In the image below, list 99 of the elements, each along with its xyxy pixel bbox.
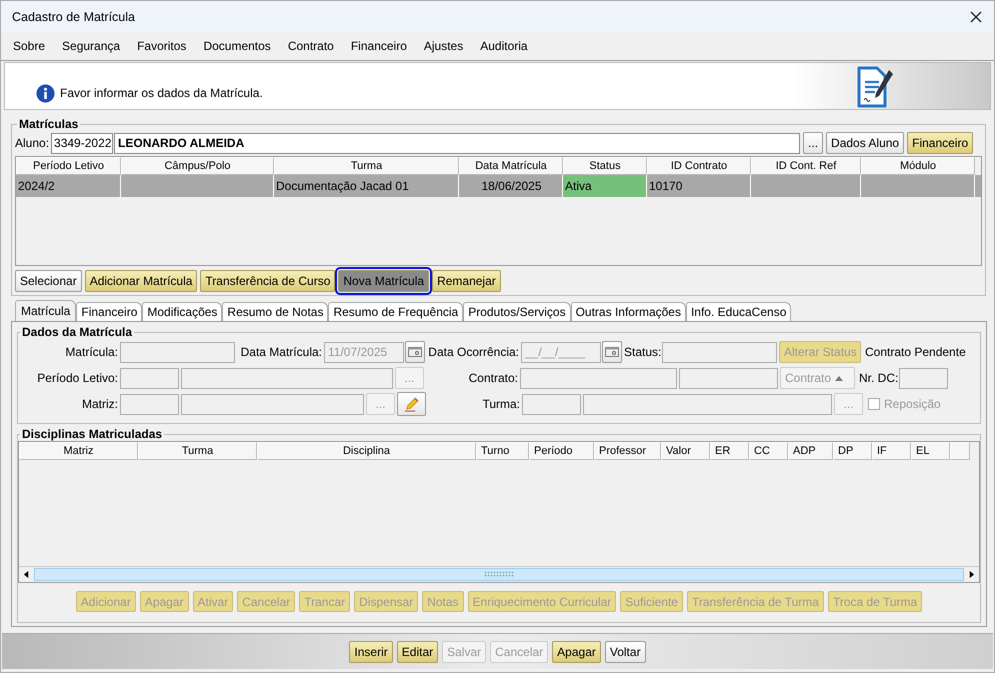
calendar-button[interactable] — [602, 341, 622, 363]
table-row[interactable]: 2024/2 Documentação Jacad 01 18/06/2025 Ativa 10170 — [16, 175, 981, 197]
scroll-thumb[interactable] — [34, 568, 964, 581]
menu-item[interactable]: Financeiro — [350, 39, 407, 53]
contract-field[interactable] — [679, 368, 778, 388]
period-name-field[interactable] — [181, 368, 393, 388]
window-title: Cadastro de Matrícula — [12, 10, 136, 24]
menu-item[interactable]: Favoritos — [137, 39, 186, 53]
aluno-name-field[interactable]: LEONARDO ALMEIDA — [114, 132, 800, 154]
tab[interactable]: Produtos/Serviços — [463, 302, 571, 321]
action-button[interactable]: Remanejar — [432, 270, 501, 292]
status-field[interactable] — [662, 342, 777, 362]
column-header[interactable]: EL — [911, 442, 950, 460]
table-cell: Documentação Jacad 01 — [274, 175, 459, 197]
info-icon — [36, 84, 55, 102]
column-header[interactable]: ID Cont. Ref — [751, 157, 861, 175]
aluno-code-field[interactable]: 3349-2022 — [51, 132, 114, 154]
tab[interactable]: Outras Informações — [570, 302, 686, 321]
tab[interactable]: Modificações — [142, 302, 222, 321]
calendar-button[interactable] — [405, 341, 425, 363]
field-label: Matrícula: — [64, 345, 118, 359]
checkbox-label: Reposição — [884, 397, 941, 411]
menu-item[interactable]: Sobre — [13, 39, 46, 53]
field-label: Data Ocorrência: — [427, 345, 519, 359]
field-label: Matriz: — [81, 397, 118, 411]
field-label: Turma: — [481, 397, 520, 411]
command-button[interactable]: Voltar — [604, 640, 646, 662]
group-title: Matrículas — [18, 117, 80, 131]
calendar-icon — [408, 347, 422, 357]
calendar-icon — [605, 347, 619, 357]
aluno-button[interactable]: Dados Aluno — [826, 132, 904, 154]
date-field[interactable]: __/__/____ — [521, 342, 601, 362]
column-header[interactable]: Turma — [274, 157, 459, 175]
column-header[interactable]: ER — [710, 442, 749, 460]
matrix-name-field[interactable] — [181, 394, 364, 414]
command-button[interactable]: Inserir — [349, 640, 393, 662]
contract-field[interactable] — [520, 368, 677, 388]
column-header[interactable]: Matriz — [19, 442, 138, 460]
column-header[interactable]: Valor — [661, 442, 710, 460]
table-cell: 2024/2 — [16, 175, 121, 197]
command-button[interactable]: Apagar — [552, 640, 601, 662]
horizontal-scrollbar[interactable] — [19, 566, 979, 582]
menu-item[interactable]: Ajustes — [424, 39, 464, 53]
info-message: Favor informar os dados da Matrícula. — [60, 86, 263, 100]
field-label: Contrato: — [468, 371, 518, 385]
column-header[interactable]: DP — [833, 442, 872, 460]
tab[interactable]: Resumo de Frequência — [328, 302, 464, 321]
column-header[interactable]: Turno — [476, 442, 529, 460]
action-button[interactable]: Transferência de Curso — [200, 270, 336, 292]
field-label: Período Letivo: — [36, 371, 118, 385]
command-button[interactable]: Editar — [396, 640, 438, 662]
caret-icon — [835, 376, 844, 380]
tab[interactable]: Info. EducaCenso — [686, 302, 792, 321]
close-icon[interactable] — [970, 10, 982, 22]
column-header[interactable]: CC — [749, 442, 788, 460]
field-label: Status: — [624, 345, 660, 359]
column-header[interactable]: Turma — [138, 442, 257, 460]
aluno-button[interactable]: Financeiro — [907, 132, 974, 154]
class-name-field[interactable] — [583, 394, 832, 414]
column-header[interactable]: Disciplina — [257, 442, 476, 460]
group-title: Dados da Matrícula — [21, 325, 134, 339]
action-button[interactable]: Adicionar Matrícula — [84, 270, 198, 292]
action-button[interactable]: Nova Matrícula — [338, 270, 430, 292]
column-header[interactable]: IF — [872, 442, 911, 460]
column-header[interactable]: ADP — [788, 442, 833, 460]
contract-pending-text: Contrato Pendente — [865, 345, 966, 359]
column-header[interactable]: Câmpus/Polo — [121, 157, 274, 175]
document-pen-icon — [855, 66, 895, 108]
field-label: Data Matrícula: — [240, 345, 322, 359]
aluno-button[interactable]: ... — [803, 132, 824, 154]
pencil-icon — [404, 396, 419, 412]
column-header[interactable]: Módulo — [861, 157, 975, 175]
column-header[interactable]: Status — [563, 157, 647, 175]
menu-item[interactable]: Contrato — [288, 39, 334, 53]
column-header[interactable]: ID Contrato — [647, 157, 751, 175]
tab[interactable]: Matrícula — [15, 300, 76, 321]
class-code-field[interactable] — [522, 394, 581, 414]
menu-item[interactable]: Auditoria — [480, 39, 528, 53]
edit-button[interactable] — [397, 392, 426, 416]
matrix-code-field[interactable] — [120, 394, 179, 414]
action-button[interactable]: Selecionar — [15, 270, 82, 292]
right-arrow-icon[interactable] — [968, 571, 975, 578]
column-header[interactable]: Período — [529, 442, 594, 460]
status-cell: Ativa — [563, 175, 647, 197]
tab[interactable]: Financeiro — [76, 302, 142, 321]
column-header[interactable]: Professor — [594, 442, 661, 460]
matricula-field[interactable] — [120, 342, 235, 362]
nr-dc-field[interactable] — [899, 368, 948, 388]
tab[interactable]: Resumo de Notas — [222, 302, 328, 321]
column-header[interactable]: Período Letivo — [16, 157, 121, 175]
menu-item[interactable]: Documentos — [203, 39, 271, 53]
left-arrow-icon[interactable] — [23, 571, 30, 578]
period-code-field[interactable] — [120, 368, 179, 388]
field-label: Nr. DC: — [859, 371, 897, 385]
menu-item[interactable]: Segurança — [62, 39, 120, 53]
group-title: Disciplinas Matriculadas — [21, 427, 164, 441]
column-header[interactable]: Data Matrícula — [459, 157, 563, 175]
aluno-label: Aluno: — [15, 136, 50, 150]
table-cell: 10170 — [647, 175, 751, 197]
